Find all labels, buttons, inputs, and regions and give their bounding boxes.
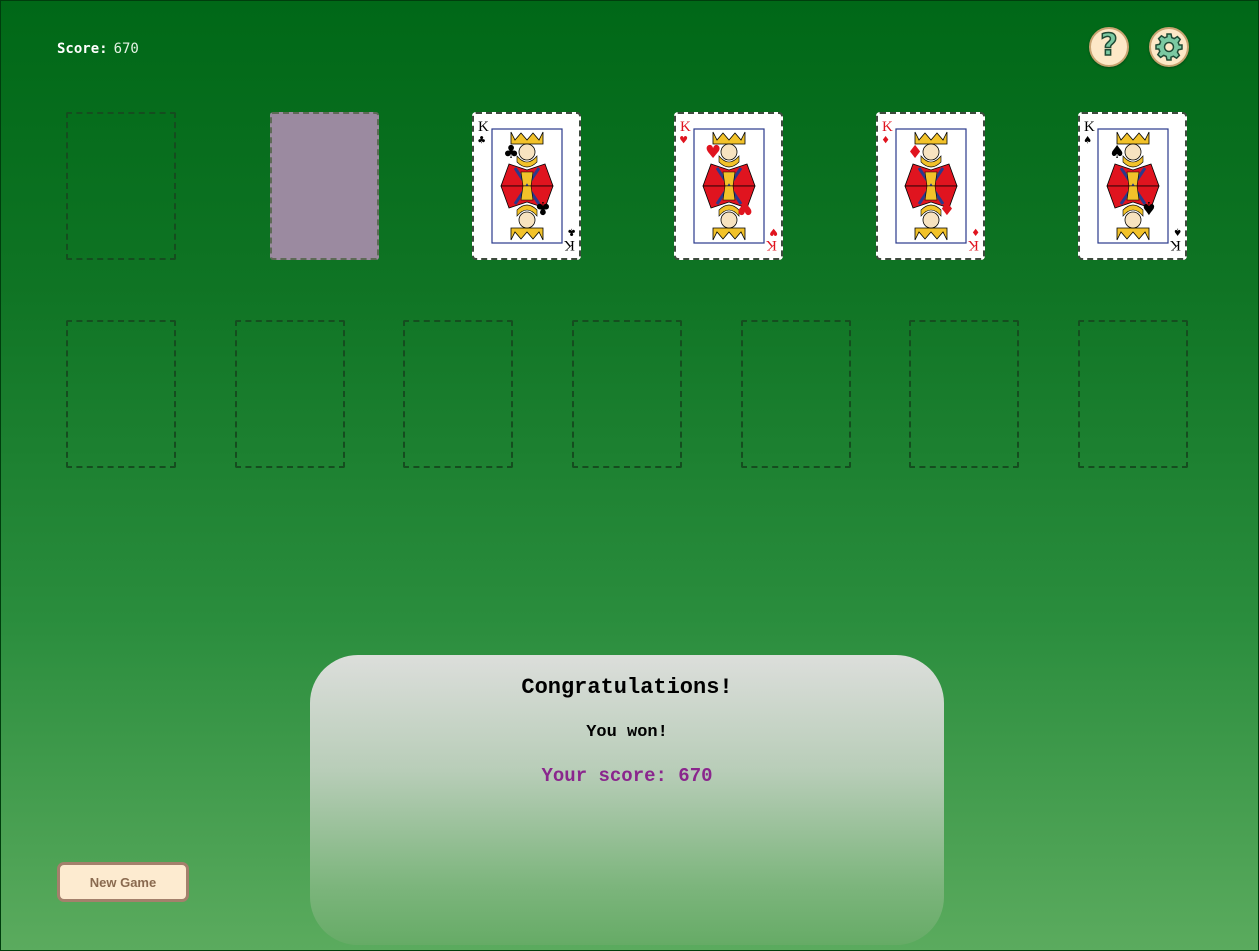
card-big-suit: ♣ xyxy=(503,142,519,163)
king-portrait-icon: ♦♦ xyxy=(895,128,967,244)
card-suit-pip: ♠ xyxy=(1084,133,1092,147)
help-button[interactable]: ? xyxy=(1089,27,1129,67)
card-rank: K xyxy=(680,119,691,135)
card-big-suit-inverted: ♥ xyxy=(737,197,753,218)
foundation-card-king-of-diamonds[interactable]: K ♦ K ♦ ♦ ♦ xyxy=(876,112,985,260)
score-label: Score: xyxy=(57,41,108,57)
card-big-suit: ♥ xyxy=(705,142,721,163)
card-suit-pip-inverted: ♥ xyxy=(769,225,777,239)
tableau-slot-6[interactable] xyxy=(909,320,1019,468)
card-suit-pip: ♦ xyxy=(882,133,890,147)
card-big-suit-inverted: ♦ xyxy=(939,197,955,218)
gear-icon xyxy=(1155,33,1183,61)
card-suit-pip-inverted: ♠ xyxy=(1173,225,1181,239)
card-rank-inverted: K xyxy=(968,237,979,253)
card-rank-inverted: K xyxy=(564,237,575,253)
new-game-button[interactable]: New Game xyxy=(57,862,189,902)
tableau-slot-2[interactable] xyxy=(235,320,345,468)
waste-slot-empty[interactable] xyxy=(66,112,176,260)
king-portrait-icon: ♥♥ xyxy=(693,128,765,244)
settings-button[interactable] xyxy=(1149,27,1189,67)
card-rank: K xyxy=(1084,119,1095,135)
score-display: Score: 670 xyxy=(57,41,139,57)
card-rank-inverted: K xyxy=(1170,237,1181,253)
question-mark-icon: ? xyxy=(1100,28,1119,63)
tableau-slot-4[interactable] xyxy=(572,320,682,468)
foundation-card-king-of-clubs[interactable]: K ♣ K ♣ ♣ ♣ xyxy=(472,112,581,260)
card-rank: K xyxy=(478,119,489,135)
card-big-suit: ♠ xyxy=(1109,142,1125,163)
win-dialog: Congratulations! You won! Your score: 67… xyxy=(310,655,944,945)
tableau-slot-1[interactable] xyxy=(66,320,176,468)
dialog-score: Your score: 670 xyxy=(541,765,713,787)
foundation-card-king-of-hearts[interactable]: K ♥ K ♥ ♥ ♥ xyxy=(674,112,783,260)
score-value: 670 xyxy=(113,41,139,57)
dialog-message: You won! xyxy=(586,723,668,742)
tableau-slot-7[interactable] xyxy=(1078,320,1188,468)
card-suit-pip: ♣ xyxy=(478,133,486,147)
card-big-suit-inverted: ♣ xyxy=(535,197,551,218)
card-big-suit: ♦ xyxy=(907,142,923,163)
card-big-suit-inverted: ♠ xyxy=(1141,197,1157,218)
card-rank: K xyxy=(882,119,893,135)
card-suit-pip: ♥ xyxy=(680,133,688,147)
king-portrait-icon: ♣♣ xyxy=(491,128,563,244)
foundation-card-king-of-spades[interactable]: K ♠ K ♠ ♠ ♠ xyxy=(1078,112,1187,260)
card-rank-inverted: K xyxy=(766,237,777,253)
king-portrait-icon: ♠♠ xyxy=(1097,128,1169,244)
card-suit-pip-inverted: ♦ xyxy=(971,225,979,239)
dialog-title: Congratulations! xyxy=(521,675,733,700)
stock-pile[interactable] xyxy=(270,112,379,260)
tableau-slot-3[interactable] xyxy=(403,320,513,468)
card-suit-pip-inverted: ♣ xyxy=(567,225,575,239)
tableau-slot-5[interactable] xyxy=(741,320,851,468)
